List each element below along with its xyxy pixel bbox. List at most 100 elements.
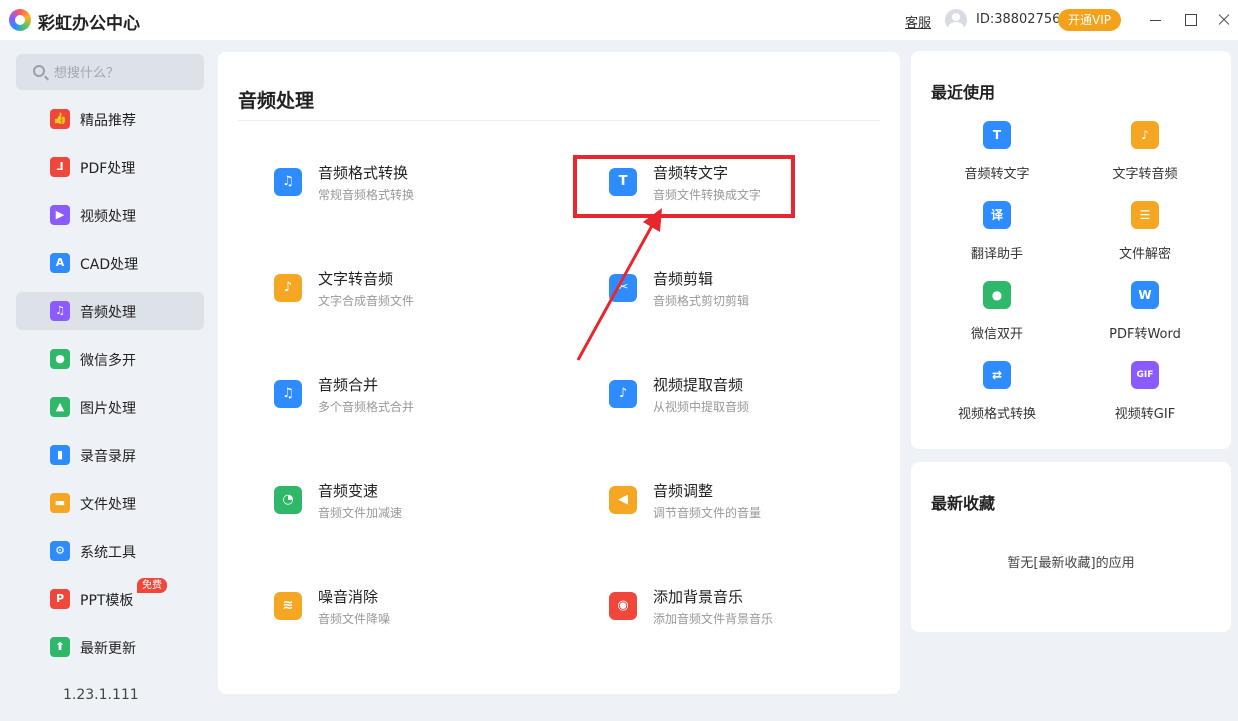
pdf-to-word-icon: W — [1131, 281, 1159, 309]
tool-name: 添加背景音乐 — [653, 588, 744, 606]
tool-name: 噪音消除 — [318, 588, 379, 606]
recent-item-video-to-gif[interactable]: GIF 视频转GIF — [1080, 361, 1210, 431]
audio-to-text-icon: T — [983, 121, 1011, 149]
recent-item-translate[interactable]: 译 翻译助手 — [932, 201, 1062, 271]
audio-convert-icon: ♫ — [274, 168, 302, 196]
main-panel: 音频处理 ♫ 音频格式转换 常规音频格式转换 T 音频转文字 音频文件转换成文字… — [218, 52, 900, 694]
sidebar-item-label: PPT模板 — [80, 593, 134, 609]
tool-name: 音频转文字 — [653, 164, 729, 182]
divider — [238, 120, 880, 121]
tool-desc: 文字合成音频文件 — [318, 294, 415, 308]
upload-icon: ⬆ — [50, 637, 70, 657]
recent-item-label: 视频转GIF — [1114, 407, 1176, 422]
microphone-icon: ▮ — [50, 445, 70, 465]
tool-desc: 音频文件加减速 — [318, 506, 403, 520]
minimize-icon[interactable] — [1145, 9, 1167, 31]
tool-audio-format-convert[interactable]: ♫ 音频格式转换 常规音频格式转换 — [274, 162, 534, 212]
recent-item-label: 音频转文字 — [964, 167, 1030, 182]
ppt-icon: P — [50, 589, 70, 609]
sidebar-item-wechat[interactable]: ● 微信多开 — [16, 340, 204, 378]
recent-item-file-decrypt[interactable]: ☰ 文件解密 — [1080, 201, 1210, 271]
close-icon[interactable] — [1213, 9, 1235, 31]
wechat-icon: ● — [983, 281, 1011, 309]
sidebar-item-audio[interactable]: ♫ 音频处理 — [16, 292, 204, 330]
volume-icon: ◀ — [609, 486, 637, 514]
open-vip-button[interactable]: 开通VIP — [1058, 9, 1121, 31]
audio-cut-icon: ✂ — [609, 274, 637, 302]
tool-text-to-audio[interactable]: ♪ 文字转音频 文字合成音频文件 — [274, 268, 534, 318]
tool-audio-adjust[interactable]: ◀ 音频调整 调节音频文件的音量 — [609, 480, 869, 530]
tool-audio-cut[interactable]: ✂ 音频剪辑 音频格式剪切剪辑 — [609, 268, 869, 318]
sidebar-item-label: 视频处理 — [80, 209, 136, 225]
recent-item-label: 微信双开 — [970, 327, 1023, 342]
recent-item-wechat-dual[interactable]: ● 微信双开 — [932, 281, 1062, 351]
sidebar-item-video[interactable]: ▶ 视频处理 — [16, 196, 204, 234]
sidebar-item-pdf[interactable]: ⅃ PDF处理 — [16, 148, 204, 186]
favorites-empty-text: 暂无[最新收藏]的应用 — [1007, 556, 1135, 571]
recent-item-label: 文字转音频 — [1112, 167, 1178, 182]
recent-item-label: 翻译助手 — [970, 247, 1023, 262]
cad-icon: A — [50, 253, 70, 273]
sidebar-item-recommended[interactable]: 👍 精品推荐 — [16, 100, 204, 138]
video-convert-icon: ⇄ — [983, 361, 1011, 389]
tool-name: 音频调整 — [653, 482, 714, 500]
tool-name: 文字转音频 — [318, 270, 394, 288]
sidebar-item-label: PDF处理 — [80, 161, 136, 177]
sidebar-item-label: 图片处理 — [80, 401, 136, 417]
tool-video-extract-audio[interactable]: ♪ 视频提取音频 从视频中提取音频 — [609, 374, 869, 424]
background-music-icon: ◉ — [609, 592, 637, 620]
favorites-panel: 最新收藏 暂无[最新收藏]的应用 — [911, 462, 1231, 632]
sidebar-item-label: 音频处理 — [80, 305, 136, 321]
file-unlock-icon: ☰ — [1131, 201, 1159, 229]
search-icon — [33, 65, 45, 77]
tool-desc: 音频文件转换成文字 — [653, 188, 762, 202]
music-note-icon: ♫ — [50, 301, 70, 321]
wechat-icon: ● — [50, 349, 70, 369]
tool-add-background-music[interactable]: ◉ 添加背景音乐 添加音频文件背景音乐 — [609, 586, 869, 636]
customer-service-link[interactable]: 客服 — [905, 12, 931, 31]
sidebar-item-label: 系统工具 — [80, 545, 136, 561]
tool-name: 音频合并 — [318, 376, 379, 394]
sidebar-item-record[interactable]: ▮ 录音录屏 — [16, 436, 204, 474]
noise-wave-icon: ≋ — [274, 592, 302, 620]
favorites-title: 最新收藏 — [931, 494, 996, 513]
tool-desc: 从视频中提取音频 — [653, 400, 750, 414]
search-input[interactable] — [54, 62, 204, 82]
sidebar-item-updates[interactable]: ⬆ 最新更新 — [16, 628, 204, 666]
tool-desc: 音频文件降噪 — [318, 612, 391, 626]
recent-item-audio-to-text[interactable]: T 音频转文字 — [932, 121, 1062, 191]
sidebar-item-label: 最新更新 — [80, 641, 136, 657]
tool-audio-speed[interactable]: ◔ 音频变速 音频文件加减速 — [274, 480, 534, 530]
recent-title: 最近使用 — [931, 83, 996, 102]
sidebar-item-ppt[interactable]: P PPT模板 免费 — [16, 578, 204, 618]
title-bar: 彩虹办公中心 客服 ID:38802756 开通VIP — [0, 0, 1238, 40]
sidebar-item-cad[interactable]: A CAD处理 — [16, 244, 204, 282]
free-badge: 免费 — [137, 578, 167, 593]
image-icon: ▲ — [50, 397, 70, 417]
recent-item-pdf-to-word[interactable]: W PDF转Word — [1080, 281, 1210, 351]
search-box[interactable] — [16, 54, 204, 90]
audio-extract-icon: ♪ — [609, 380, 637, 408]
tool-desc: 多个音频格式合并 — [318, 400, 415, 414]
tool-desc: 常规音频格式转换 — [318, 188, 415, 202]
translate-icon: 译 — [983, 201, 1011, 229]
recent-item-label: PDF转Word — [1109, 327, 1181, 342]
recent-item-text-to-audio[interactable]: ♪ 文字转音频 — [1080, 121, 1210, 191]
sidebar-item-system-tools[interactable]: ⚙ 系统工具 — [16, 532, 204, 570]
tool-audio-to-text[interactable]: T 音频转文字 音频文件转换成文字 — [609, 162, 869, 212]
tool-audio-merge[interactable]: ♫ 音频合并 多个音频格式合并 — [274, 374, 534, 424]
tool-desc: 添加音频文件背景音乐 — [653, 612, 774, 626]
thumbs-up-icon: 👍 — [50, 109, 70, 129]
tool-noise-removal[interactable]: ≋ 噪音消除 音频文件降噪 — [274, 586, 534, 636]
tool-name: 音频变速 — [318, 482, 379, 500]
maximize-icon[interactable] — [1179, 9, 1201, 31]
recent-item-video-convert[interactable]: ⇄ 视频格式转换 — [932, 361, 1062, 431]
user-id: ID:38802756 — [976, 12, 1061, 27]
tool-name: 视频提取音频 — [653, 376, 744, 394]
sidebar-item-file[interactable]: ▬ 文件处理 — [16, 484, 204, 522]
sidebar-item-image[interactable]: ▲ 图片处理 — [16, 388, 204, 426]
audio-merge-icon: ♫ — [274, 380, 302, 408]
app-version: 1.23.1.111 — [63, 687, 139, 703]
avatar[interactable] — [945, 9, 967, 31]
folder-icon: ▬ — [50, 493, 70, 513]
